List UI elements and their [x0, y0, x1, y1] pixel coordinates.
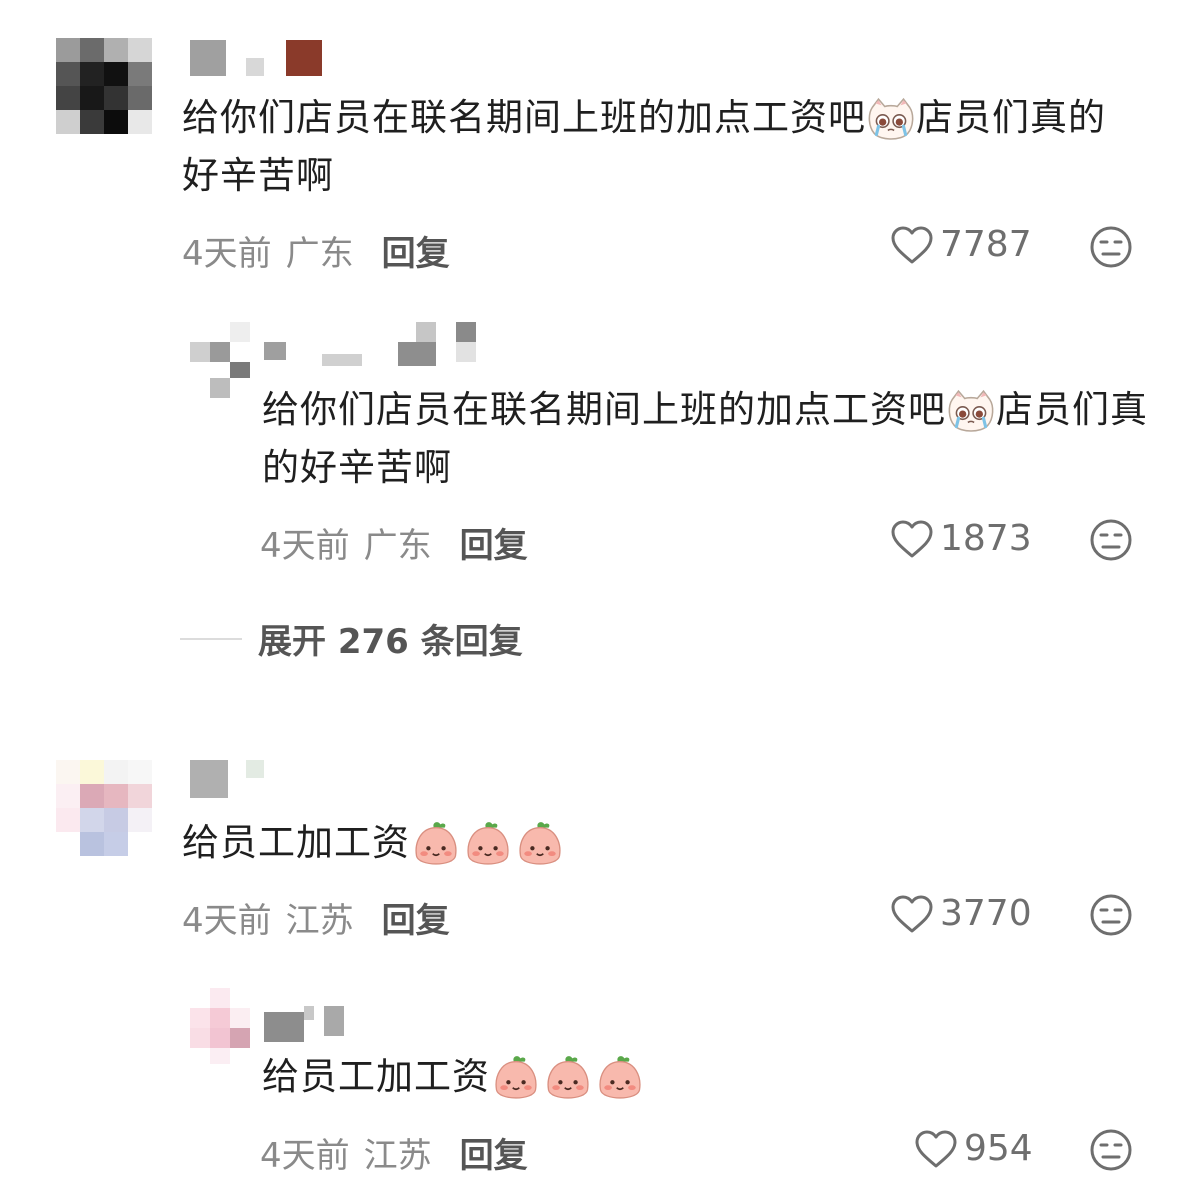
peach-face-emoji: [514, 819, 566, 871]
crying-cat-emoji: [866, 97, 916, 143]
like-count: 1873: [940, 518, 1032, 559]
reply-button[interactable]: 回复: [460, 518, 528, 567]
divider-line: [180, 637, 242, 640]
like-button[interactable]: 3770: [890, 893, 1032, 934]
reply-text: 给你们店员在联名期间上班的加点工资吧 店员们真的好辛苦啊: [262, 388, 1148, 489]
reply-button[interactable]: 回复: [382, 893, 450, 942]
comment-time: 4天前: [182, 234, 272, 274]
heart-icon: [890, 225, 934, 265]
dislike-icon[interactable]: [1089, 518, 1133, 562]
heart-icon: [890, 894, 934, 934]
avatar[interactable]: [190, 322, 250, 398]
avatar[interactable]: [56, 38, 152, 134]
crying-cat-emoji: [946, 389, 996, 435]
like-button[interactable]: 7787: [890, 224, 1032, 265]
peach-face-emoji: [594, 1053, 646, 1105]
username-redacted[interactable]: [190, 760, 270, 800]
comment-meta: 4天前 江苏 回复: [182, 893, 450, 942]
reply-time: 4天前: [260, 1136, 350, 1176]
peach-face-emoji: [490, 1053, 542, 1105]
like-count: 7787: [940, 224, 1032, 265]
expand-replies-label: 展开 276 条回复: [258, 622, 523, 662]
reply-button[interactable]: 回复: [460, 1128, 528, 1177]
reply-meta: 4天前 江苏 回复: [260, 1128, 528, 1177]
username-redacted[interactable]: [264, 1006, 344, 1042]
heart-icon: [890, 519, 934, 559]
comment-location: 江苏: [285, 901, 354, 941]
like-count: 954: [964, 1128, 1033, 1169]
reply-meta: 4天前 广东 回复: [260, 518, 528, 567]
like-button[interactable]: 1873: [890, 518, 1032, 559]
avatar[interactable]: [56, 760, 152, 856]
avatar[interactable]: [190, 988, 250, 1064]
expand-replies-button[interactable]: 展开 276 条回复: [180, 614, 523, 663]
comment-text: 给你们店员在联名期间上班的加点工资吧 店员们真的好辛苦啊: [182, 96, 1106, 197]
reply-button[interactable]: 回复: [382, 226, 450, 275]
like-count: 3770: [940, 893, 1032, 934]
heart-icon: [914, 1129, 958, 1169]
reply-time: 4天前: [260, 526, 350, 566]
comment-time: 4天前: [182, 901, 272, 941]
peach-face-emoji: [462, 819, 514, 871]
dislike-icon[interactable]: [1089, 225, 1133, 269]
dislike-icon[interactable]: [1089, 1128, 1133, 1172]
reply-location: 广东: [363, 526, 432, 566]
peach-face-emoji: [410, 819, 462, 871]
username-redacted[interactable]: [264, 322, 480, 368]
comment-meta: 4天前 广东 回复: [182, 226, 450, 275]
comment-text: 给员工加工资: [182, 814, 1082, 872]
reply-text: 给员工加工资: [262, 1048, 1122, 1106]
username-redacted[interactable]: [190, 40, 330, 80]
dislike-icon[interactable]: [1089, 893, 1133, 937]
comment-location: 广东: [285, 234, 354, 274]
reply-location: 江苏: [363, 1136, 432, 1176]
peach-face-emoji: [542, 1053, 594, 1105]
like-button[interactable]: 954: [914, 1128, 1033, 1169]
